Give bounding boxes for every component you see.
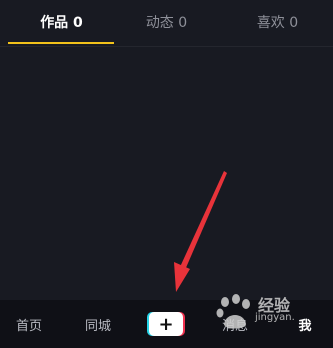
nav-nearby-label: 同城 bbox=[84, 318, 111, 334]
works-content-area bbox=[0, 47, 333, 300]
tab-likes-label: 喜欢 0 bbox=[256, 15, 299, 31]
tab-likes[interactable]: 喜欢 0 bbox=[222, 0, 333, 44]
nav-nearby[interactable]: 同城 bbox=[75, 300, 121, 348]
nav-me-label: 我 bbox=[298, 318, 312, 334]
profile-tabs: 作品 0 动态 0 喜欢 0 bbox=[0, 0, 333, 47]
nav-home-label: 首页 bbox=[15, 318, 42, 334]
tab-works[interactable]: 作品 0 bbox=[6, 0, 117, 44]
active-tab-indicator bbox=[8, 42, 114, 44]
tab-works-label: 作品 0 bbox=[40, 15, 83, 31]
create-post-button[interactable]: + bbox=[147, 312, 185, 336]
profile-screen: 作品 0 动态 0 喜欢 0 首页 同城 + 消息 我 经验 jingyan. bbox=[0, 0, 333, 348]
tab-activity[interactable]: 动态 0 bbox=[111, 0, 222, 44]
bottom-navigation: 首页 同城 + 消息 我 bbox=[0, 300, 333, 348]
nav-me[interactable]: 我 bbox=[282, 300, 328, 348]
plus-icon: + bbox=[149, 312, 183, 336]
nav-home[interactable]: 首页 bbox=[6, 300, 52, 348]
tab-activity-label: 动态 0 bbox=[145, 15, 188, 31]
nav-messages-label: 消息 bbox=[221, 318, 248, 334]
nav-messages[interactable]: 消息 bbox=[212, 300, 258, 348]
